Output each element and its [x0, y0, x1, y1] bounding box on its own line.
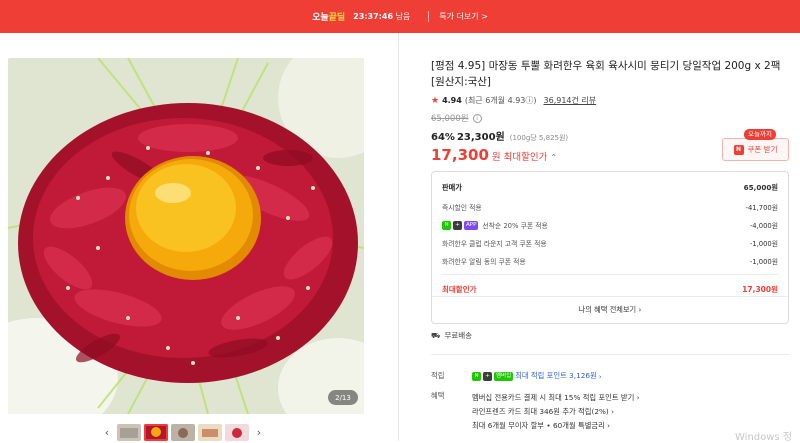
chevron-up-icon[interactable]: ⌃ — [550, 153, 557, 162]
benefits-label: 혜택 — [431, 391, 445, 400]
image-counter: 2/13 — [328, 390, 358, 405]
plus-badge: + — [483, 371, 492, 381]
app-badge: APP — [464, 220, 479, 230]
coupon-widget: N 쿠폰 받기 오늘까지 — [722, 129, 789, 163]
best-price-summary-value: 17,300원 — [742, 284, 778, 294]
original-price: 65,000원 — [431, 114, 469, 124]
price-row-value: -4,000원 — [749, 222, 778, 230]
thumbnail-selected[interactable] — [144, 424, 168, 441]
price-row-value: -41,700원 — [745, 204, 779, 212]
benefit-item[interactable]: 최대 6개월 무이자 할부 • 60개월 특별금리 › — [472, 419, 640, 433]
vertical-divider — [398, 33, 399, 441]
chevron-right-icon: › — [638, 305, 642, 314]
chevron-right-icon: > — [481, 12, 488, 21]
unit-price: (100g당 5,825원) — [509, 134, 569, 142]
shipping-label: 무료배송 — [444, 331, 473, 340]
promo-bar: 오늘끝딜 23:37:46 남음 특가 더보기 > — [0, 0, 800, 33]
price-row: 화려한우 클럽 라운지 고객 쿠폰 적용 -1,000원 — [442, 234, 778, 252]
star-icon: ★ — [431, 95, 440, 106]
price-row-label: 판매가 — [442, 183, 462, 192]
earn-points-link[interactable]: N + 멤버십 최대 적립 포인트 3,126원 › — [472, 371, 602, 381]
review-count-link[interactable]: 36,914건 리뷰 — [544, 95, 597, 106]
best-price-won: 원 — [491, 152, 501, 163]
price-row: 판매가 65,000원 — [442, 178, 778, 198]
divider — [442, 274, 778, 275]
price-row-value: -1,000원 — [749, 240, 778, 248]
thumbnail[interactable] — [225, 424, 249, 441]
thumbnail[interactable] — [198, 424, 222, 441]
benefit-item[interactable]: 멤버십 전용카드 결제 시 최대 15% 적립 포인트 받기 › — [472, 391, 640, 405]
coupon-button[interactable]: N 쿠폰 받기 — [722, 138, 789, 161]
earn-label: 적립 — [431, 371, 445, 380]
naver-n-badge: N — [472, 371, 481, 381]
thumbnail-next-icon[interactable]: › — [252, 426, 266, 439]
price-breakdown: 판매가 65,000원 즉시할인 적용 -41,700원 N + APP 선착순… — [431, 171, 789, 324]
price-row-label: 즉시할인 적용 — [442, 204, 482, 212]
coupon-label: 쿠폰 받기 — [747, 145, 778, 154]
today-only-badge: 오늘까지 — [744, 129, 776, 140]
price-row: 화려한우 알림 동의 쿠폰 적용 -1,000원 — [442, 252, 778, 270]
sale-price: 23,300원 — [456, 132, 505, 143]
best-price-summary-label: 최대할인가 — [442, 284, 477, 294]
price-row-value: -1,000원 — [749, 258, 778, 266]
divider — [428, 11, 430, 22]
price-row: 즉시할인 적용 -41,700원 — [442, 198, 778, 216]
today-deal-logo: 오늘끝딜 — [312, 13, 346, 23]
plus-badge: + — [453, 220, 462, 230]
thumbnail[interactable] — [117, 424, 141, 441]
rating-score: 4.94 — [442, 96, 462, 105]
countdown-timer: 23:37:46 남음 — [353, 12, 411, 21]
truck-icon: ⛟ — [431, 330, 441, 340]
earn-points-text: 최대 적립 포인트 3,126원 — [515, 371, 597, 380]
product-main-image[interactable] — [8, 58, 364, 414]
price-row-label: N + APP 선착순 20% 쿠폰 적용 — [442, 220, 548, 230]
product-title: [평점 4.95] 마장동 투뿔 화려한우 육회 육사시미 뭉티기 당일작업 2… — [431, 60, 781, 88]
best-price-label: 최대할인가 — [503, 152, 548, 163]
price-row-value: 65,000원 — [743, 183, 778, 192]
naver-n-icon: N — [733, 144, 744, 155]
shipping-info: ⛟ 무료배송 — [431, 330, 472, 341]
price-row-label: 화려한우 알림 동의 쿠폰 적용 — [442, 258, 526, 266]
chevron-right-icon: › — [598, 371, 602, 381]
rating-note: (최근 6개월 4.93ⓘ) — [464, 96, 537, 105]
best-price: 17,300 — [431, 146, 489, 164]
benefit-list: 멤버십 전용카드 결제 시 최대 15% 적립 포인트 받기 › 라인프렌즈 카… — [472, 391, 640, 433]
thumbnail-prev-icon[interactable]: ‹ — [100, 426, 114, 439]
view-all-benefits-button[interactable]: 나의 혜택 전체보기 › — [432, 296, 788, 322]
thumbnail[interactable] — [171, 424, 195, 441]
thumbnail-strip: ‹ › — [100, 424, 266, 441]
more-deals-link[interactable]: 특가 더보기 > — [439, 11, 488, 22]
price-row-label: 화려한우 클럽 라운지 고객 쿠폰 적용 — [442, 240, 547, 248]
divider — [431, 354, 789, 355]
membership-badge: 멤버십 — [494, 371, 514, 381]
price-row: N + APP 선착순 20% 쿠폰 적용 -4,000원 — [442, 216, 778, 234]
rating-row: ★ 4.94 (최근 6개월 4.93ⓘ) 36,914건 리뷰 — [431, 95, 791, 106]
benefit-item[interactable]: 라인프렌즈 카드 최대 346원 추가 적립(2%) › — [472, 405, 640, 419]
original-price-row: 65,000원 i — [431, 112, 791, 124]
info-icon[interactable]: i — [472, 113, 482, 123]
discount-percent: 64% — [431, 132, 455, 143]
naver-n-badge: N — [442, 220, 451, 230]
